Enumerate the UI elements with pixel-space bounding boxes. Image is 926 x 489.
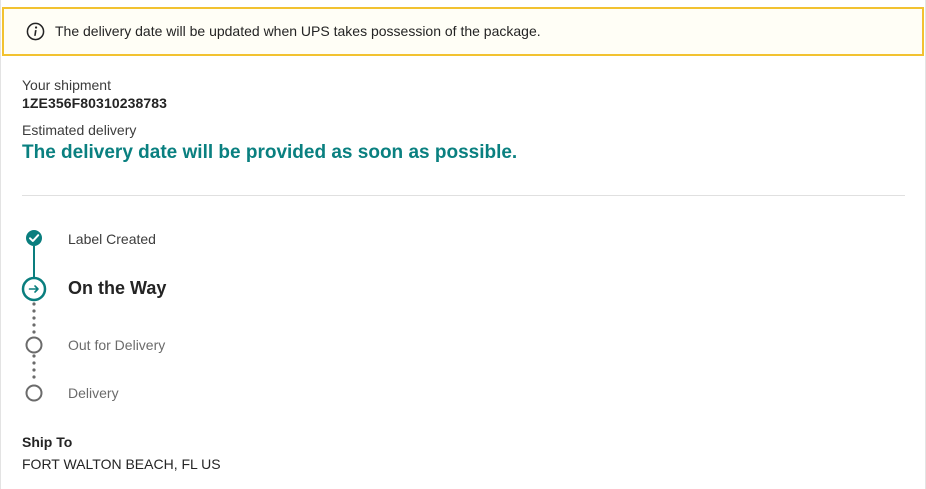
alert-message: The delivery date will be updated when U… [55,23,541,39]
estimated-delivery-label: Estimated delivery [22,122,137,138]
info-alert-banner: The delivery date will be updated when U… [2,7,924,56]
info-icon [26,22,45,41]
empty-circle-icon [25,336,43,354]
tracking-number: 1ZE356F80310238783 [22,95,168,111]
ship-to-address: FORT WALTON BEACH, FL US [22,456,221,472]
step-out-for-delivery: Out for Delivery [68,337,166,353]
step-on-the-way: On the Way [68,278,167,298]
estimated-delivery-message: The delivery date will be provided as so… [22,142,518,163]
step-label-created: Label Created [68,231,156,247]
arrow-right-icon [21,276,47,302]
ship-to-heading: Ship To [22,434,73,450]
section-divider [22,195,905,196]
step-delivery: Delivery [68,385,119,401]
check-icon [26,230,42,246]
shipment-label: Your shipment [22,77,111,93]
tracking-card: The delivery date will be updated when U… [0,0,926,489]
empty-circle-icon [25,384,43,402]
timeline-connector-dotted-2 [32,354,36,379]
timeline-connector-dotted-1 [32,302,36,334]
